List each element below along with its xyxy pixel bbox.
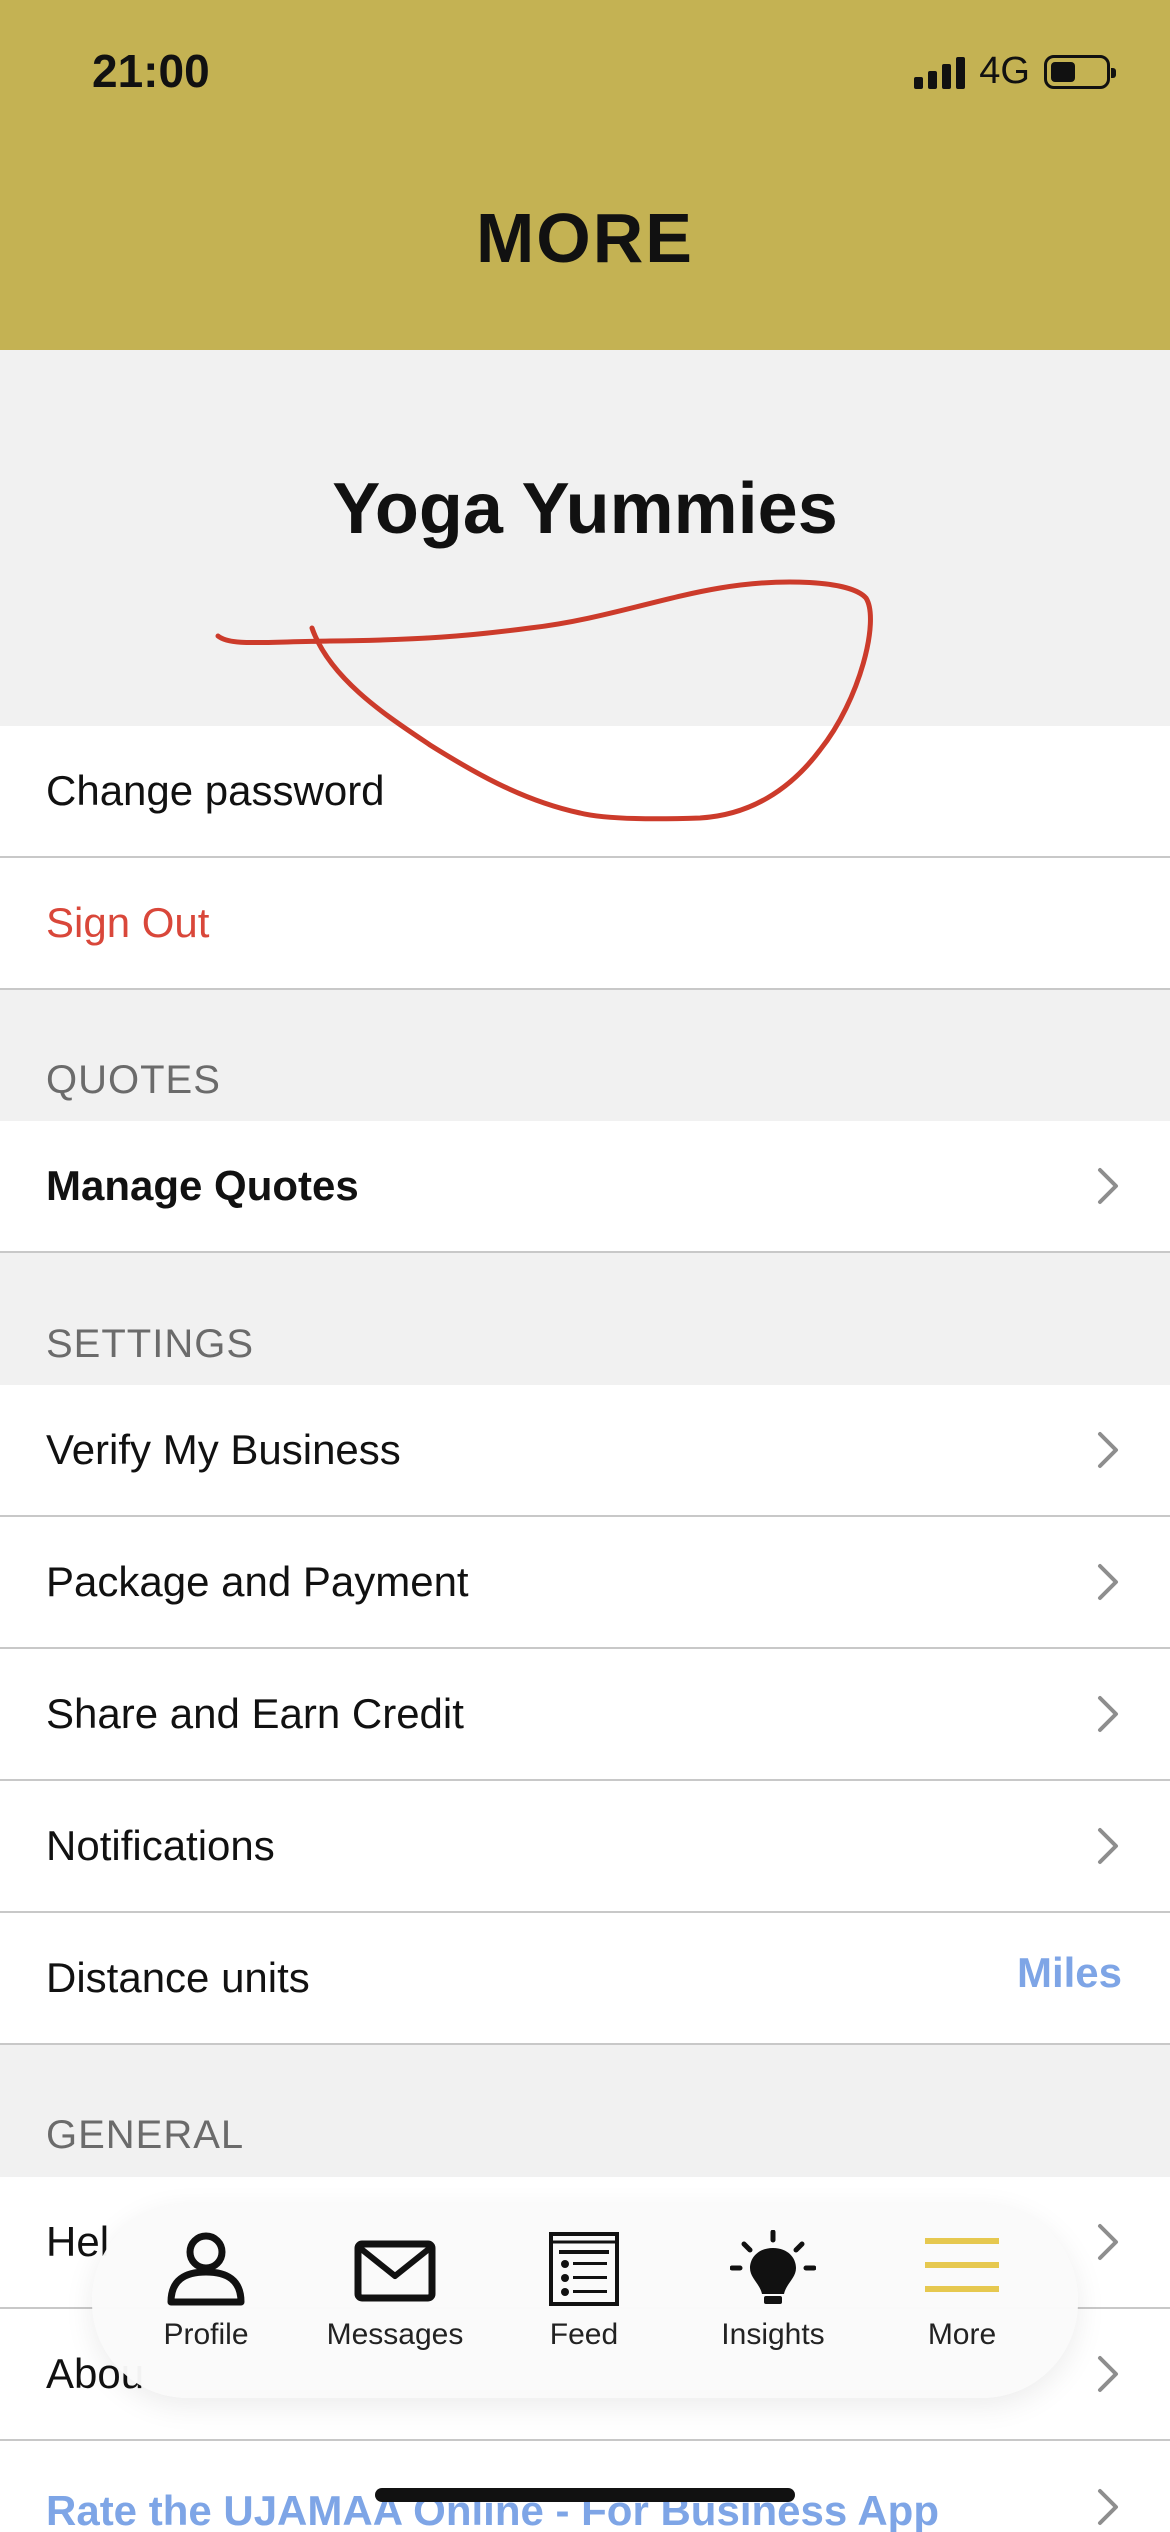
tab-profile-label: Profile [163,2318,249,2351]
hamburger-menu-icon [925,2238,999,2292]
distance-units-value[interactable]: Miles [1017,1949,1122,1997]
tab-insights-label: Insights [721,2318,825,2351]
chevron-right-icon [1098,2224,1118,2260]
chevron-right-icon [1098,1564,1118,1600]
verify-business-row[interactable]: Verify My Business [0,1385,1170,1517]
distance-units-row[interactable]: Distance units Miles [0,1913,1170,2045]
tab-messages-label: Messages [326,2318,464,2351]
chevron-right-icon [1098,2356,1118,2392]
help-label: Hel [46,2218,110,2265]
tab-feed[interactable]: Feed [504,2230,664,2352]
tab-feed-label: Feed [549,2318,619,2351]
notifications-label: Notifications [46,1822,275,1869]
package-payment-label: Package and Payment [46,1558,469,1605]
envelope-icon [354,2240,436,2302]
share-earn-credit-label: Share and Earn Credit [46,1690,464,1737]
sign-out-label: Sign Out [46,899,210,946]
tab-more-label: More [927,2318,997,2351]
manage-quotes-label: Manage Quotes [46,1162,359,1209]
lightbulb-icon [730,2230,816,2304]
chevron-right-icon [1098,2489,1118,2525]
tab-messages[interactable]: Messages [315,2230,475,2352]
rate-app-row[interactable]: Rate the UJAMAA Online - For Business Ap… [0,2441,1170,2532]
tab-profile[interactable]: Profile [126,2230,286,2352]
person-icon [167,2232,245,2306]
manage-quotes-row[interactable]: Manage Quotes [0,1121,1170,1253]
annotation-scribble [215,579,873,822]
package-payment-row[interactable]: Package and Payment [0,1517,1170,1649]
bottom-tab-bar: Profile Messages Feed Insights More [92,2204,1078,2398]
tab-insights[interactable]: Insights [693,2230,853,2352]
notifications-row[interactable]: Notifications [0,1781,1170,1913]
chevron-right-icon [1098,1432,1118,1468]
verify-business-label: Verify My Business [46,1426,401,1473]
chevron-right-icon [1098,1696,1118,1732]
feed-icon [549,2232,619,2306]
chevron-right-icon [1098,1168,1118,1204]
settings-section-header: SETTINGS [46,1322,255,1366]
tab-more[interactable]: More [882,2230,1042,2352]
distance-units-label: Distance units [46,1954,310,2001]
quotes-section-header: QUOTES [46,1058,221,1102]
general-section-header: GENERAL [46,2113,245,2157]
share-earn-credit-row[interactable]: Share and Earn Credit [0,1649,1170,1781]
chevron-right-icon [1098,1828,1118,1864]
home-indicator[interactable] [375,2488,795,2502]
